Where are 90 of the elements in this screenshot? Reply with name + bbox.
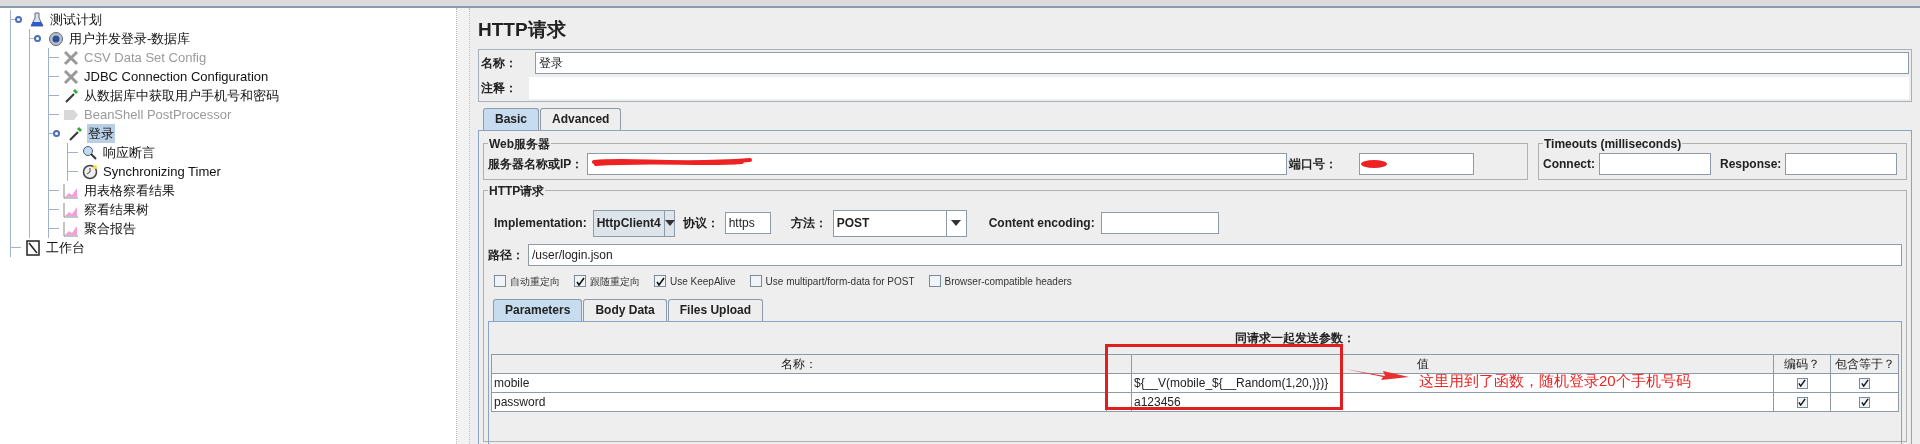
chart-icon: [63, 220, 79, 237]
tree-item[interactable]: 察看结果树: [83, 199, 150, 220]
chart-icon: [63, 201, 79, 218]
field-label: 协议：: [682, 215, 719, 232]
field-label: Connect:: [1543, 155, 1595, 173]
tab[interactable]: Advanced: [540, 107, 622, 130]
column-header[interactable]: 包含等于？: [1830, 354, 1899, 373]
tree-item[interactable]: 工作台: [45, 237, 86, 258]
clock-icon: [82, 163, 98, 180]
input-field[interactable]: [1359, 152, 1475, 175]
checkbox[interactable]: [1796, 377, 1808, 389]
column-header[interactable]: 编码？: [1773, 354, 1831, 373]
check-icon: [1798, 398, 1806, 407]
checkbox-label: 跟随重定向: [590, 274, 640, 289]
group-title: Timeouts (milliseconds): [1543, 135, 1683, 153]
tree-item[interactable]: JDBC Connection Configuration: [83, 66, 270, 87]
pipette-icon: [63, 87, 79, 104]
tree-item[interactable]: 登录: [87, 123, 115, 144]
input-field[interactable]: [1100, 212, 1219, 234]
check-icon: [655, 276, 665, 286]
input-field[interactable]: 登录: [535, 51, 1909, 74]
checkbox[interactable]: [1796, 396, 1808, 408]
field-label: 服务器名称或IP：: [488, 155, 584, 173]
tree-item[interactable]: 测试计划: [49, 9, 103, 30]
field-label: 路径：: [488, 246, 524, 264]
input-field[interactable]: /user/login.json: [528, 243, 1902, 266]
field-label: Implementation:: [494, 215, 587, 232]
checkbox[interactable]: [574, 275, 586, 287]
table-cell: password: [491, 392, 1107, 411]
chart-icon: [63, 182, 79, 199]
tree-item[interactable]: 用户并发登录-数据库: [68, 28, 192, 49]
checkbox[interactable]: [494, 275, 506, 287]
input-field[interactable]: [1785, 152, 1898, 175]
expanded-handle[interactable]: [53, 130, 60, 137]
expanded-handle[interactable]: [34, 35, 41, 42]
wrench-screwdriver-icon: [63, 68, 79, 85]
flask-icon: [29, 11, 45, 28]
dropdown[interactable]: HttpClient4: [592, 209, 675, 237]
tree-item[interactable]: 用表格察看结果: [83, 180, 176, 201]
tab[interactable]: Files Upload: [667, 298, 764, 321]
column-header[interactable]: 值: [1131, 354, 1774, 373]
checkbox-label: 自动重定向: [510, 274, 560, 289]
field-label: Response:: [1720, 155, 1782, 173]
column-header[interactable]: 名称：: [491, 354, 1107, 373]
magnifier-icon: [82, 144, 98, 161]
wrench-screwdriver-icon: [63, 49, 79, 66]
dropdown[interactable]: POST: [832, 209, 967, 237]
checkbox[interactable]: [1859, 396, 1870, 408]
expanded-handle[interactable]: [15, 16, 22, 23]
input-field[interactable]: [587, 152, 1288, 175]
field-label: 名称：: [481, 54, 518, 72]
field-label: 注释：: [481, 79, 518, 97]
tree-item[interactable]: 响应断言: [102, 142, 156, 163]
panel-title: HTTP请求: [478, 18, 567, 42]
tab[interactable]: Basic: [483, 107, 540, 130]
checkbox[interactable]: [654, 275, 666, 287]
table-cell: a123456: [1131, 392, 1774, 411]
check-icon: [575, 276, 585, 286]
caret-icon: [951, 220, 962, 226]
gear-icon: [48, 30, 64, 47]
table-cell: mobile: [491, 373, 1107, 392]
group-title: HTTP请求: [488, 182, 546, 200]
field-label: 方法：: [790, 215, 827, 232]
pipette-icon: [67, 125, 83, 142]
annotation-text: 这里用到了函数，随机登录20个手机号码: [1419, 370, 1691, 391]
tab[interactable]: Body Data: [583, 298, 667, 321]
input-field[interactable]: [1599, 152, 1711, 175]
table-caption: 同请求一起发送参数：: [1234, 329, 1356, 347]
check-icon: [1798, 379, 1806, 388]
scrollbar[interactable]: [456, 8, 470, 444]
tree-item[interactable]: Synchronizing Timer: [102, 161, 222, 182]
caret-icon: [664, 220, 675, 226]
checkbox[interactable]: [928, 275, 941, 287]
check-icon: [1860, 398, 1869, 407]
checkbox-label: Use KeepAlive: [670, 274, 736, 289]
field-label: 端口号：: [1289, 155, 1338, 173]
field-label: Content encoding:: [988, 215, 1095, 232]
checkbox-label: Browser-compatible headers: [944, 274, 1072, 289]
checkbox[interactable]: [1859, 377, 1870, 389]
tree-item[interactable]: 从数据库中获取用户手机号和密码: [83, 85, 280, 106]
checkbox-label: Use multipart/form-data for POST: [765, 274, 915, 289]
tree-item[interactable]: 聚合报告: [83, 218, 137, 239]
group-title: Web服务器: [488, 135, 552, 153]
clipboard-icon: [25, 239, 41, 256]
checkbox[interactable]: [749, 275, 762, 287]
check-icon: [1860, 379, 1869, 388]
tab[interactable]: Parameters: [493, 298, 583, 321]
input-field[interactable]: https: [724, 212, 771, 234]
annotation-arrow: [1345, 366, 1409, 381]
redaction-scribble: [1360, 158, 1389, 169]
